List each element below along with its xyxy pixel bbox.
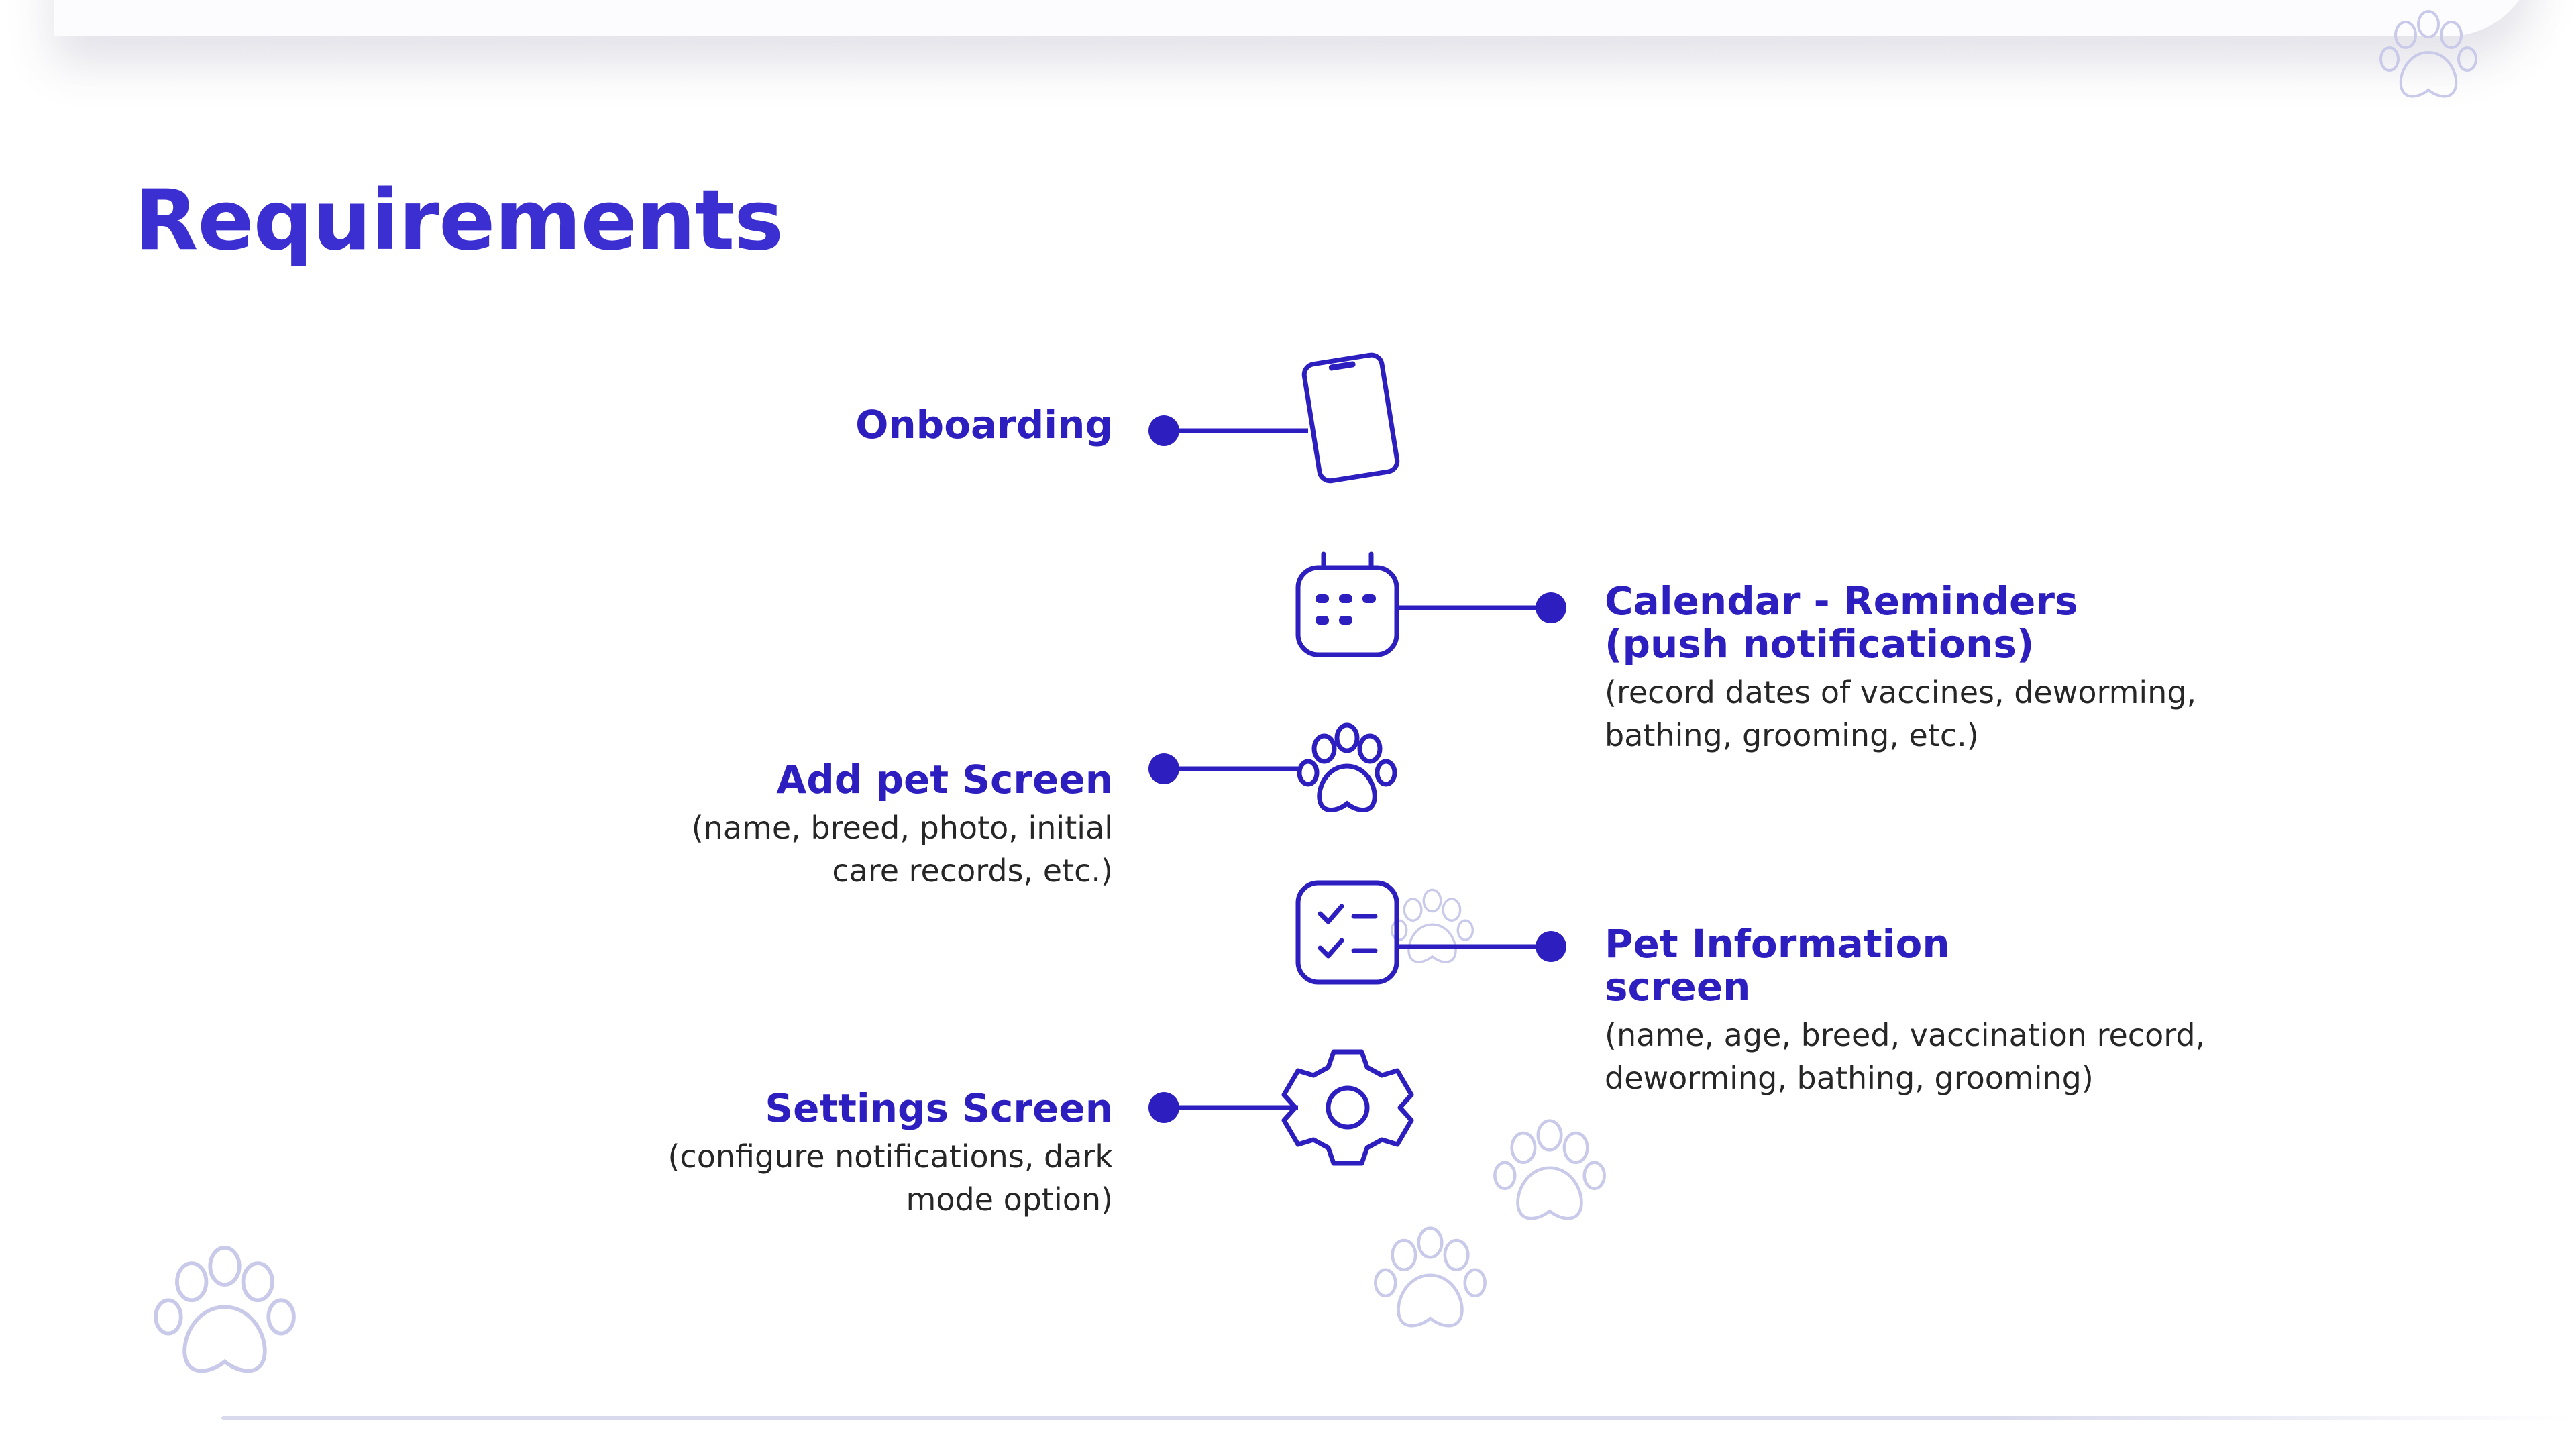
connector-dot-onboarding: [1148, 415, 1179, 446]
requirement-heading: Settings Screen: [765, 1085, 1113, 1131]
calendar-icon: [1295, 551, 1399, 657]
requirement-heading-line: Calendar - Reminders: [1605, 578, 2078, 624]
paw-decoration-icon: [2379, 10, 2477, 98]
requirement-heading: Add pet Screen: [776, 757, 1113, 802]
footer-divider: [221, 1416, 2576, 1420]
paw-decoration-icon: [1375, 1228, 1485, 1326]
requirement-onboarding: Onboarding: [442, 403, 1113, 446]
slide: Requirements Onboarding Calendar - Remin…: [0, 0, 2576, 1449]
requirement-calendar-reminders: Calendar - Reminders (push notifications…: [1605, 580, 2275, 757]
requirement-description: (record dates of vaccines, deworming, ba…: [1605, 671, 2275, 757]
requirement-description-line: care records, etc.): [832, 853, 1113, 889]
requirement-description: (name, age, breed, vaccination record, d…: [1605, 1014, 2275, 1099]
requirement-description-line: (configure notifications, dark: [667, 1138, 1113, 1175]
requirement-description-line: bathing, grooming, etc.): [1605, 717, 1979, 753]
paw-decoration-icon: [156, 1248, 294, 1371]
connector-dot-add-pet: [1148, 753, 1179, 784]
requirement-pet-information: Pet Information screen (name, age, breed…: [1605, 922, 2275, 1099]
paw-decoration-icon: [1495, 1121, 1604, 1219]
requirement-description: (configure notifications, dark mode opti…: [442, 1135, 1113, 1221]
gear-icon: [1281, 1049, 1414, 1166]
checklist-icon: [1295, 880, 1399, 985]
requirement-description-line: (record dates of vaccines, deworming,: [1605, 674, 2197, 710]
requirement-description: (name, breed, photo, initial care record…: [442, 806, 1113, 892]
connector-dot-settings: [1148, 1092, 1179, 1123]
smartphone-icon: [1301, 352, 1400, 484]
requirement-description-line: (name, age, breed, vaccination record,: [1605, 1017, 2206, 1053]
requirement-description-line: deworming, bathing, grooming): [1605, 1060, 2094, 1096]
paw-decoration-icon: [1390, 888, 1474, 963]
requirement-description-line: mode option): [906, 1181, 1113, 1218]
requirement-heading: Onboarding: [855, 402, 1113, 447]
paw-icon: [1299, 725, 1395, 810]
requirement-heading-line: Pet Information: [1605, 921, 1950, 967]
requirement-description-line: (name, breed, photo, initial: [691, 810, 1113, 846]
requirement-settings: Settings Screen (configure notifications…: [442, 1087, 1113, 1221]
connector-dot-calendar: [1536, 592, 1566, 623]
requirement-heading-line: screen: [1605, 964, 1751, 1010]
connector-dot-pet-info: [1536, 931, 1566, 962]
requirement-heading-line: (push notifications): [1605, 621, 2035, 667]
requirement-add-pet: Add pet Screen (name, breed, photo, init…: [442, 758, 1113, 892]
